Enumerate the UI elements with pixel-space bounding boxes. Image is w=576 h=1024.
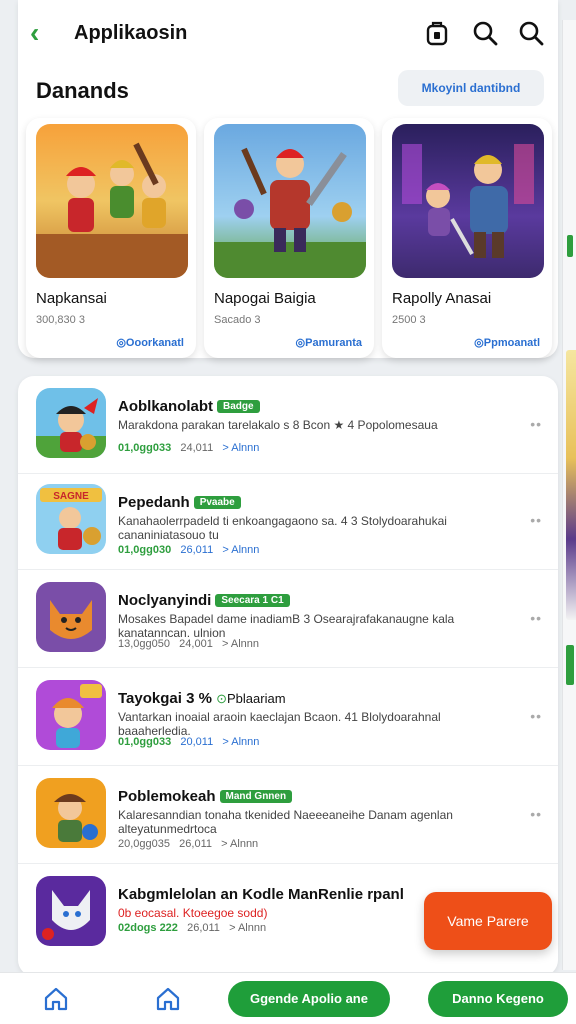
featured-link[interactable]: ◎Pamuranta — [296, 336, 362, 349]
app-icon — [36, 680, 106, 750]
app-stats: 01,0gg030 26,011 > Alnnn — [118, 544, 260, 556]
bottom-bar: Ggende Apolio ane Danno Kegeno — [0, 972, 576, 1024]
more-icon[interactable]: •• — [530, 512, 542, 528]
list-item[interactable]: Noclyanyindi Seecara 1 C1 Mosakes Bapadel… — [18, 572, 558, 668]
see-more-button[interactable]: Mkoyinl dantibnd — [398, 70, 544, 106]
floating-action-button[interactable]: Vame Parere — [424, 892, 552, 950]
app-stats: 01,0gg033 20,011 > Alnnn — [118, 736, 260, 748]
app-stats: 01,0gg033 24,011 > Alnnn — [118, 442, 260, 454]
more-icon[interactable]: •• — [530, 610, 542, 626]
list-item[interactable]: Tayokgai 3 % ⊙Pblaariam Vantarkan inoaia… — [18, 670, 558, 766]
search-icon[interactable] — [470, 18, 500, 48]
app-name: Pepedanh Pvaabe — [118, 494, 241, 511]
bag-icon[interactable] — [422, 18, 452, 48]
featured-card[interactable]: Napogai Baigia Sacado 3 ◎Pamuranta — [204, 118, 374, 358]
secondary-action-button[interactable]: Danno Kegeno — [428, 981, 568, 1017]
app-list: Aoblkanolabt Badge Marakdona parakan tare… — [18, 376, 558, 976]
app-description: Kalaresanndian tonaha tkenided Naeeeanei… — [118, 808, 453, 836]
app-name: Aoblkanolabt Badge — [118, 398, 260, 415]
back-button[interactable]: ‹ — [30, 18, 56, 48]
svg-text:SAGNE: SAGNE — [53, 491, 89, 502]
app-name: Tayokgai 3 % ⊙Pblaariam — [118, 690, 286, 707]
app-header: ‹ Applikaosin — [18, 8, 558, 56]
search-icon[interactable] — [516, 18, 546, 48]
more-icon[interactable]: •• — [530, 416, 542, 432]
app-name: Kabgmlelolan an Kodle ManRenlie rpanl — [118, 886, 404, 903]
featured-card[interactable]: Napkansai 300,830 3 ◎Ooorkanatl — [26, 118, 196, 358]
app-badge: Badge — [217, 400, 260, 413]
featured-card[interactable]: Rapolly Anasai 2500 3 ◎Ppmoanatl — [382, 118, 552, 358]
featured-name: Rapolly Anasai — [392, 290, 492, 307]
featured-meta: Sacado 3 — [214, 314, 261, 326]
app-icon — [36, 876, 106, 946]
primary-action-button[interactable]: Ggende Apolio ane — [228, 981, 390, 1017]
more-icon[interactable]: •• — [530, 806, 542, 822]
app-icon — [36, 388, 106, 458]
featured-link[interactable]: ◎Ooorkanatl — [116, 336, 184, 349]
page-title: Applikaosin — [74, 22, 188, 44]
section-title: Danands — [36, 78, 129, 103]
app-stats: 13,0gg050 24,001 > Alnnn — [118, 638, 260, 650]
featured-name: Napogai Baigia — [214, 290, 316, 307]
app-icon — [36, 778, 106, 848]
app-name: Noclyanyindi Seecara 1 C1 — [118, 592, 290, 609]
game-artwork — [214, 124, 366, 278]
adjacent-panel-peek — [562, 20, 576, 970]
app-description: Mosakes Bapadel dame inadiamB 3 Osearajr… — [118, 612, 455, 640]
more-icon[interactable]: •• — [530, 708, 542, 724]
app-description: Vantarkan inoaial araoin kaeclajan Bcaon… — [118, 710, 441, 738]
featured-meta: 2500 3 — [392, 314, 426, 326]
app-icon — [36, 582, 106, 652]
featured-meta: 300,830 3 — [36, 314, 85, 326]
info-icon: ◎ — [116, 337, 126, 349]
featured-link[interactable]: ◎Ppmoanatl — [474, 336, 540, 349]
home-icon[interactable] — [154, 985, 182, 1013]
info-icon: ◎ — [474, 337, 484, 349]
info-icon: ◎ — [295, 337, 306, 349]
game-artwork — [36, 124, 188, 278]
list-item[interactable]: Poblemokeah Mand Gnnen Kalaresanndian ton… — [18, 768, 558, 864]
app-icon: SAGNE — [36, 484, 106, 554]
home-icon[interactable] — [42, 985, 70, 1013]
app-name: Poblemokeah Mand Gnnen — [118, 788, 293, 805]
list-item[interactable]: Aoblkanolabt Badge Marakdona parakan tare… — [18, 378, 558, 474]
app-stats: 20,0gg035 26,011 > Alnnn — [118, 838, 259, 850]
top-card: ‹ Applikaosin Danands Mkoyinl dantibnd N… — [18, 0, 558, 358]
featured-name: Napkansai — [36, 290, 107, 307]
app-badge: Seecara 1 C1 — [215, 594, 290, 607]
app-badge: Pvaabe — [193, 496, 241, 509]
app-badge: Mand Gnnen — [219, 790, 293, 803]
check-icon: ⊙ — [216, 691, 228, 706]
list-item[interactable]: SAGNE Pepedanh Pvaabe Kanahaolerrpadeld t… — [18, 474, 558, 570]
app-description: Marakdona parakan tarelakalo s 8 Bcon ★ … — [118, 418, 438, 432]
app-stats: 02dogs 222 26,011 > Alnnn — [118, 922, 267, 934]
chevron-left-icon: ‹ — [30, 17, 40, 48]
app-description: Kanahaolerrpadeld ti enkoangagaono sa. 4… — [118, 514, 447, 542]
game-artwork — [392, 124, 544, 278]
